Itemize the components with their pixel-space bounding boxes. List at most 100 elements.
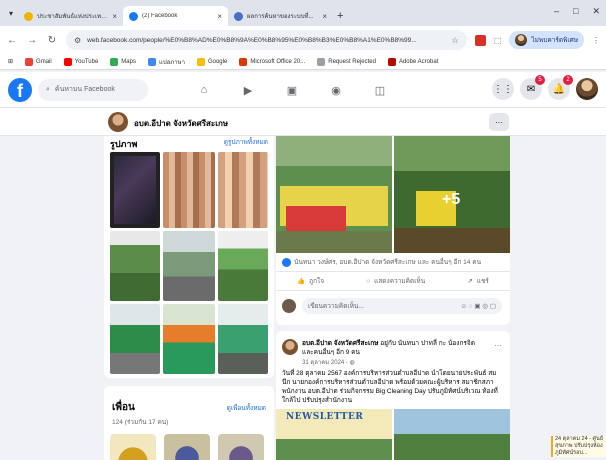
new-tab-button[interactable]: +	[337, 10, 343, 22]
messenger-badge: 5	[535, 75, 545, 85]
gmail-icon	[25, 57, 34, 66]
page-avatar[interactable]	[108, 112, 128, 132]
video-icon[interactable]: ▶	[239, 81, 257, 99]
gaming-icon[interactable]: ◫	[371, 81, 389, 99]
google-icon	[196, 57, 205, 66]
side-notification[interactable]: 24 ตุลาคม 24 - ศูนย์สุขภาพ ปรับปรุงห้อง …	[551, 436, 606, 457]
address-bar-row: ← → ↻ ⚙ web.facebook.com/people/%E0%B8%A…	[0, 26, 606, 54]
friend-thumbnail[interactable]	[218, 434, 264, 460]
extension-pdf-icon[interactable]	[474, 34, 486, 46]
bookmark-request-rejected[interactable]: Request Rejected	[317, 57, 376, 66]
page-more-button[interactable]: ···	[489, 113, 509, 131]
youtube-icon	[63, 57, 72, 66]
maps-icon	[110, 57, 119, 66]
bookmark-label: Request Rejected	[328, 58, 376, 65]
bookmark-label: Microsoft Office 20...	[250, 58, 306, 65]
photo-thumbnail[interactable]	[110, 304, 160, 374]
page-sticky-header: อบต.อีปาด จังหวัดศรีสะเกษ ···	[0, 108, 606, 136]
share-button[interactable]: ↗ แชร์	[467, 276, 489, 286]
facebook-logo-icon[interactable]: f	[8, 77, 32, 102]
bookmark-maps[interactable]: Maps	[110, 57, 136, 66]
photo-thumbnail[interactable]	[163, 152, 215, 228]
commenter-avatar	[282, 299, 296, 313]
friends-count: 124 (ร่วมกัน 17 คน)	[112, 419, 169, 426]
photo-thumbnail[interactable]	[218, 152, 268, 228]
comment-button[interactable]: ○ แสดงความคิดเห็น	[366, 276, 425, 286]
bookmark-adobe[interactable]: Adobe Acrobat	[387, 57, 439, 66]
forward-icon[interactable]: →	[26, 35, 38, 46]
bookmark-label: YouTube	[74, 58, 99, 65]
photo-thumbnail[interactable]	[110, 231, 160, 301]
photo-thumbnail[interactable]	[218, 231, 268, 301]
apps-grid-icon[interactable]: ⊞	[8, 58, 13, 65]
tab-2-close-icon[interactable]: ×	[217, 12, 222, 21]
translate-icon	[147, 57, 156, 66]
photo-thumbnail[interactable]	[110, 152, 160, 228]
friend-thumbnail[interactable]	[110, 434, 156, 460]
browser-tab-2[interactable]: (2) Facebook ×	[123, 6, 228, 26]
tab-3-title: ผลการค้นหาของระบบที่...	[247, 14, 314, 20]
minimize-icon[interactable]: –	[554, 6, 559, 17]
reload-icon[interactable]: ↻	[46, 35, 58, 46]
post-date[interactable]: 31 ตุลาคม 2024 · ◍	[302, 357, 355, 367]
photo-thumbnail[interactable]	[163, 304, 215, 374]
bookmark-youtube[interactable]: YouTube	[63, 57, 99, 66]
reactions-summary[interactable]: นันทนา วงษ์ศร, อบต.อีปาด จังหวัดศรีสะเกษ…	[282, 257, 481, 267]
back-icon[interactable]: ←	[6, 35, 18, 46]
bookmark-gmail[interactable]: Gmail	[25, 57, 52, 66]
facebook-top-bar: f ⌕ ค้นหาบน Facebook ⌂ ▶ ▣ ◉ ◫ ⋮⋮ ✉ 5 🔔 2	[0, 72, 606, 108]
like-button[interactable]: 👍 ถูกใจ	[297, 276, 324, 286]
bookmark-label: Google	[207, 58, 228, 65]
post-card-2: อบต.อีปาด จังหวัดศรีสะเกษ อยู่กับ นันทนา…	[276, 331, 510, 460]
post-1-photo-collage[interactable]	[276, 136, 510, 253]
see-all-photos-link[interactable]: ดูรูปภาพทั้งหมด	[224, 137, 268, 147]
photo-thumbnail[interactable]	[218, 304, 268, 374]
comment-input[interactable]: เขียนความคิดเห็น... ☺ ◌ ▣ ◎ ▢	[302, 298, 502, 314]
acrobat-icon	[387, 57, 396, 66]
extensions-icon[interactable]: ⬚	[494, 36, 502, 45]
post-author[interactable]: อบต.อีปาด จังหวัดศรีสะเกษ	[302, 340, 378, 347]
notifications-badge: 2	[563, 75, 573, 85]
bookmark-label: แปลภาษา	[158, 59, 185, 66]
share-label: แชร์	[476, 278, 489, 285]
post-options-icon[interactable]: ···	[494, 341, 502, 350]
tab-3-close-icon[interactable]: ×	[322, 12, 327, 21]
messenger-icon[interactable]: ✉ 5	[520, 75, 545, 100]
see-all-friends-link[interactable]: ดูเพื่อนทั้งหมด	[227, 403, 266, 413]
site-info-icon[interactable]: ⚙	[74, 36, 81, 45]
bookmark-label: Adobe Acrobat	[398, 58, 439, 65]
browser-tab-1[interactable]: ประชาสัมพันธ์แห่งประเทศ... ×	[18, 6, 123, 26]
home-icon[interactable]: ⌂	[195, 81, 213, 99]
maximize-icon[interactable]: □	[573, 6, 578, 17]
page-title[interactable]: อบต.อีปาด จังหวัดศรีสะเกษ	[134, 117, 228, 130]
comment-icon: ○	[366, 277, 371, 285]
notifications-bell-icon[interactable]: 🔔 2	[548, 75, 573, 100]
browser-menu-icon[interactable]: ⋮	[592, 36, 600, 45]
bookmark-star-icon[interactable]: ☆	[452, 36, 459, 45]
bookmark-google[interactable]: Google	[196, 57, 228, 66]
marketplace-icon[interactable]: ▣	[283, 81, 301, 99]
account-avatar[interactable]	[576, 78, 598, 100]
friends-heading: เพื่อน	[112, 402, 135, 413]
close-window-icon[interactable]: ✕	[592, 6, 600, 17]
facebook-search-input[interactable]: ⌕ ค้นหาบน Facebook	[38, 78, 148, 101]
url-field[interactable]: ⚙ web.facebook.com/people/%E0%B8%AD%E0%B…	[66, 30, 467, 50]
post-author-avatar[interactable]	[282, 339, 298, 355]
bookmark-office[interactable]: Microsoft Office 20...	[239, 57, 306, 66]
profile-button[interactable]: ไม่พบคาร์ดพิเศษ	[509, 31, 584, 49]
friend-thumbnail[interactable]	[164, 434, 210, 460]
bookmarks-bar: ⊞ Gmail YouTube Maps แปลภาษา Google Micr…	[0, 54, 606, 70]
groups-icon[interactable]: ◉	[327, 81, 345, 99]
tab-1-favicon-icon	[24, 11, 33, 21]
comment-emoji-sticker-icons[interactable]: ☺ ◌ ▣ ◎ ▢	[460, 302, 496, 310]
browser-tab-3[interactable]: ผลการค้นหาของระบบที่... ×	[228, 6, 333, 26]
bookmark-translate[interactable]: แปลภาษา	[147, 57, 185, 67]
comment-label: แสดงความคิดเห็น	[374, 278, 426, 285]
more-photos-count[interactable]: +5	[442, 191, 460, 209]
menu-grid-icon[interactable]: ⋮⋮	[492, 78, 514, 100]
tab-search-chevron-icon[interactable]: ▾	[4, 3, 18, 23]
profile-avatar	[515, 34, 528, 46]
like-reaction-icon	[282, 257, 291, 267]
tab-1-close-icon[interactable]: ×	[112, 12, 117, 21]
photo-thumbnail[interactable]	[163, 231, 215, 301]
